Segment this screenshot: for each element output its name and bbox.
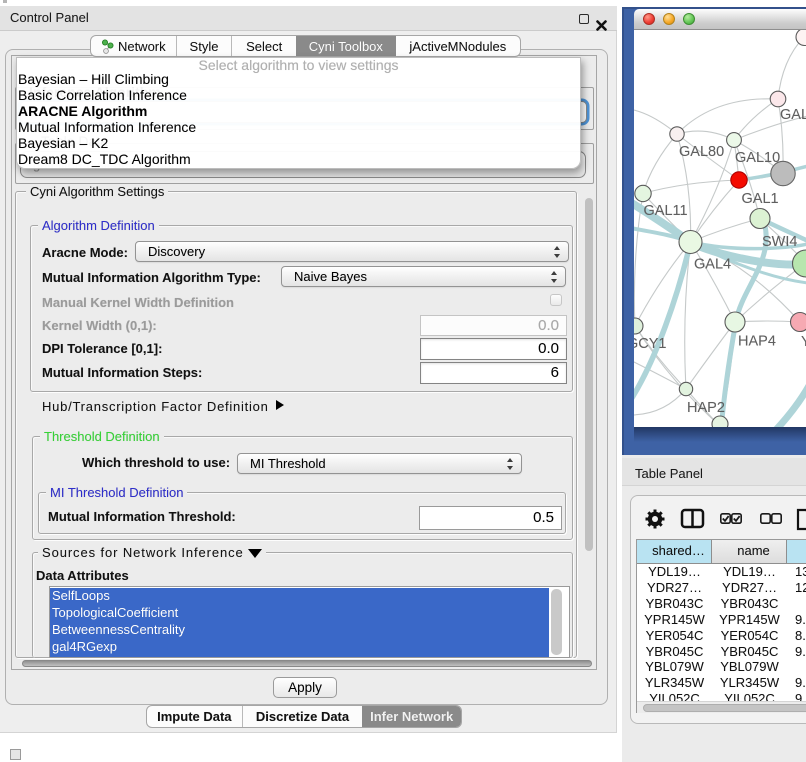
- svg-text:GAL1: GAL1: [742, 191, 779, 207]
- svg-text:GCY1: GCY1: [634, 336, 667, 352]
- svg-text:GAL2: GAL2: [780, 107, 806, 123]
- svg-text:HAP2: HAP2: [687, 400, 725, 416]
- svg-text:HAP4: HAP4: [738, 334, 776, 350]
- svg-text:GAL80: GAL80: [679, 144, 724, 160]
- svg-text:Y: Y: [801, 334, 806, 350]
- svg-text:GAL10: GAL10: [735, 150, 780, 166]
- svg-text:GAL11: GAL11: [644, 203, 688, 219]
- svg-text:GAL4: GAL4: [694, 257, 731, 273]
- svg-text:SWI4: SWI4: [762, 234, 797, 250]
